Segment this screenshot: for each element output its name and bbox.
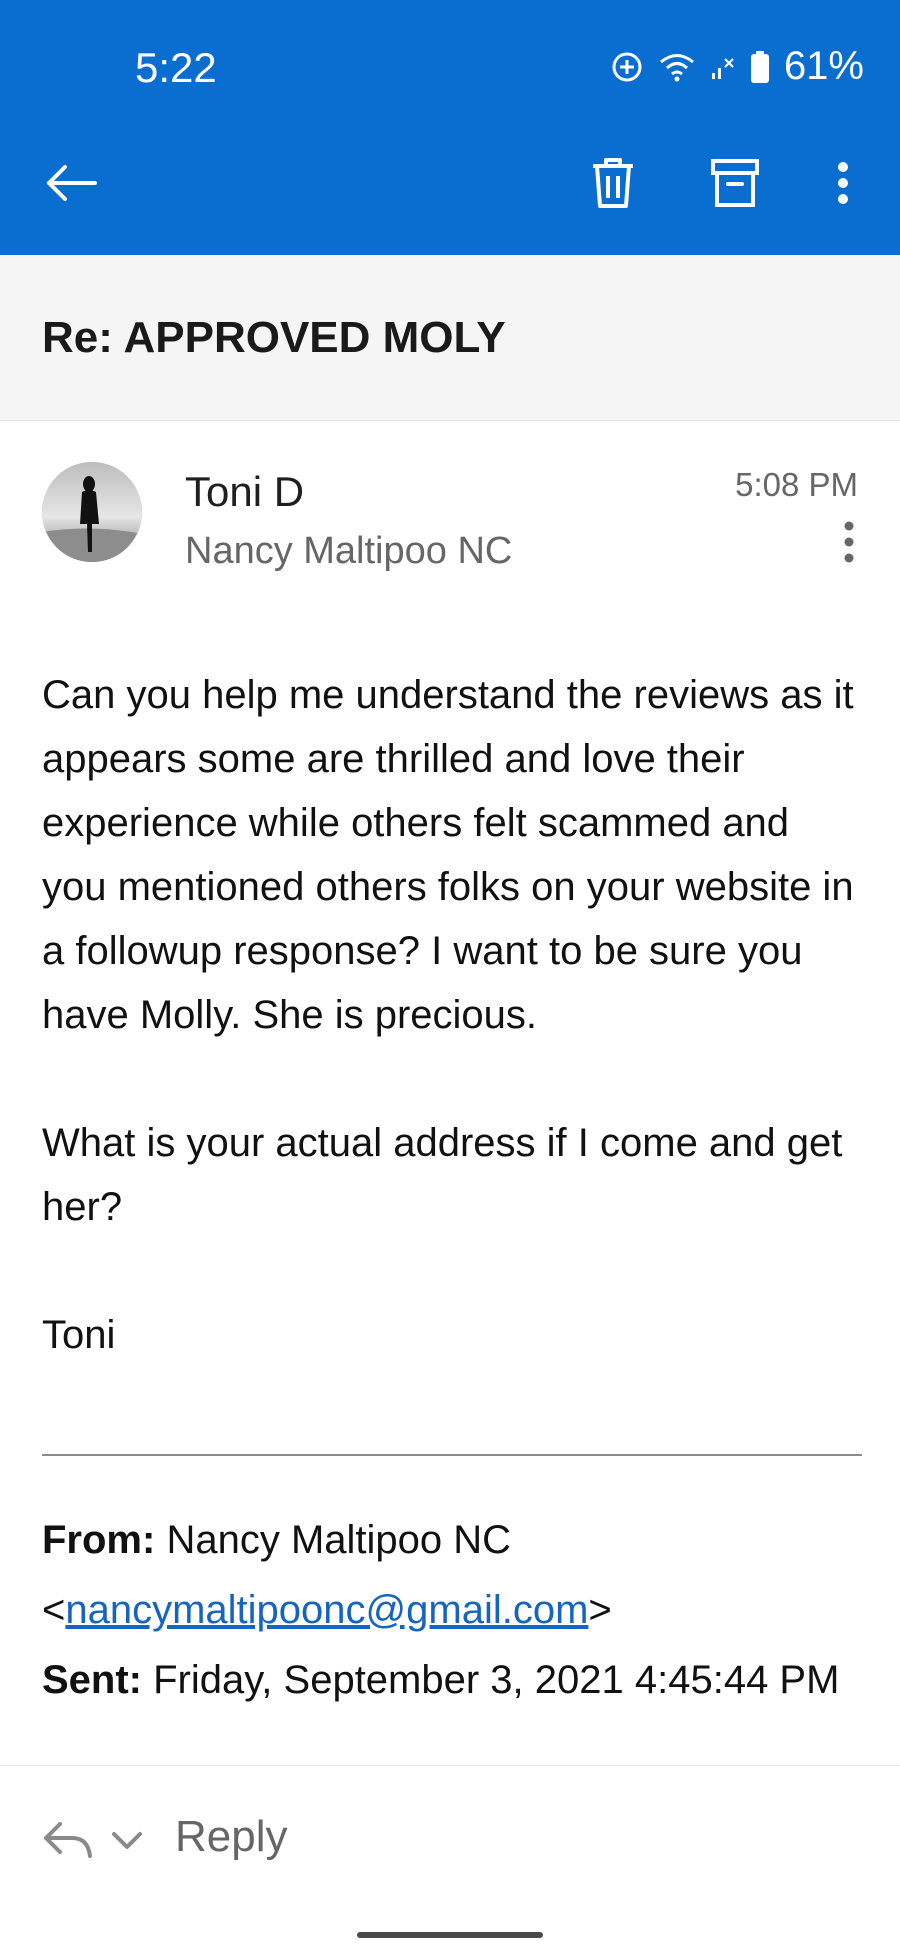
battery-percent: 61% xyxy=(783,44,864,88)
body-paragraph: What is your actual address if I come an… xyxy=(42,1121,843,1229)
archive-icon xyxy=(710,157,760,214)
from-email-link[interactable]: nancymaltipoonc@gmail.com xyxy=(65,1588,588,1632)
body-paragraph: Can you help me understand the reviews a… xyxy=(42,673,854,1037)
more-vertical-icon xyxy=(837,161,849,210)
data-saver-icon xyxy=(610,50,644,84)
sent-value: Friday, September 3, 2021 4:45:44 PM xyxy=(153,1658,840,1702)
home-indicator[interactable] xyxy=(357,1932,543,1938)
avatar[interactable] xyxy=(42,462,142,562)
battery-icon xyxy=(750,50,770,84)
quoted-email-line: <nancymaltipoonc@gmail.com> xyxy=(42,1588,612,1632)
trash-icon xyxy=(589,156,637,215)
quoted-header: From: Nancy Maltipoo NC <nancymaltipoonc… xyxy=(42,1505,862,1715)
signature: Toni xyxy=(42,1313,116,1357)
quote-divider xyxy=(42,1454,862,1456)
subject-bar: Re: APPROVED MOLY xyxy=(0,255,900,421)
archive-button[interactable] xyxy=(700,150,770,220)
arrow-left-icon xyxy=(43,163,99,208)
top-app-bar: 5:22 61% xyxy=(0,0,900,255)
more-options-button[interactable] xyxy=(808,150,878,220)
from-name: Nancy Maltipoo NC xyxy=(166,1518,512,1562)
chevron-down-icon xyxy=(110,1832,144,1856)
delete-button[interactable] xyxy=(578,150,648,220)
status-time: 5:22 xyxy=(135,44,217,91)
message-time: 5:08 PM xyxy=(735,466,858,503)
email-subject: Re: APPROVED MOLY xyxy=(42,313,506,362)
message-more-button[interactable] xyxy=(834,518,864,566)
from-label: From: xyxy=(42,1518,156,1562)
reply-options-dropdown[interactable] xyxy=(110,1830,144,1857)
status-icons: 61% xyxy=(610,44,864,89)
email-body: Can you help me understand the reviews a… xyxy=(42,663,862,1367)
cell-signal-icon xyxy=(710,53,736,81)
sender-name: Toni D xyxy=(185,468,305,515)
reply-icon-button[interactable] xyxy=(42,1820,94,1865)
recipient-name: Nancy Maltipoo NC xyxy=(185,530,513,572)
quoted-sent-line: Sent: Friday, September 3, 2021 4:45:44 … xyxy=(42,1645,862,1715)
reply-bar: Reply xyxy=(0,1765,900,1951)
reply-arrow-icon xyxy=(42,1822,94,1864)
back-button[interactable] xyxy=(36,150,106,220)
more-vertical-icon xyxy=(834,521,864,570)
wifi-icon xyxy=(658,52,696,82)
sent-label: Sent: xyxy=(42,1658,142,1702)
reply-button[interactable]: Reply xyxy=(175,1812,288,1862)
quoted-from-line: From: Nancy Maltipoo NC xyxy=(42,1505,862,1575)
